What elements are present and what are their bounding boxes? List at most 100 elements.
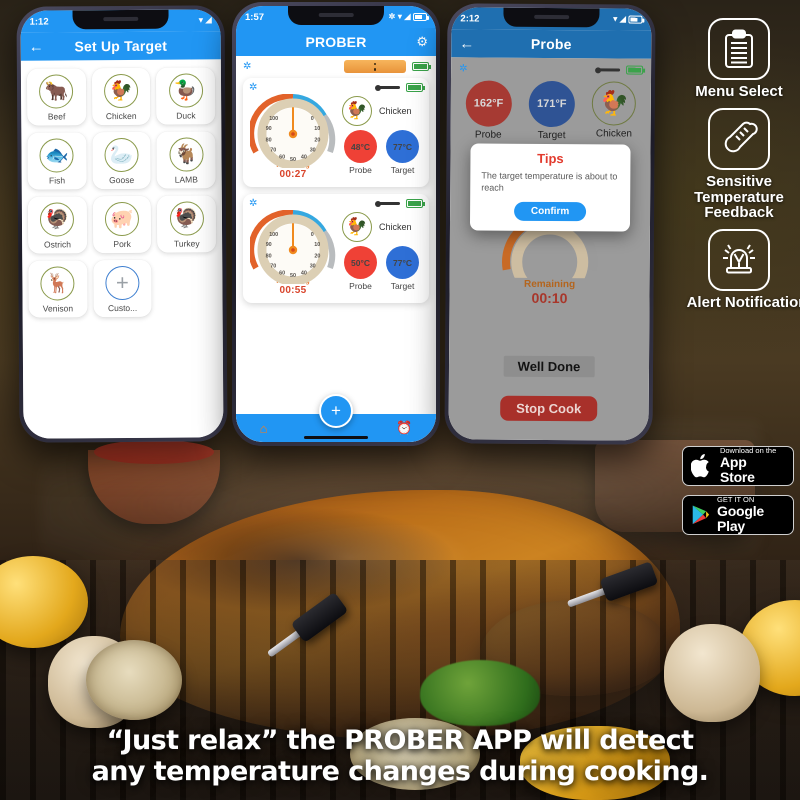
device-strip-row: ✲	[236, 56, 436, 75]
card-readouts: 🐓 Chicken 48°C Probe 77°C Target	[342, 83, 422, 180]
chicken-icon[interactable]: 🐓	[592, 81, 637, 126]
add-probe-button[interactable]: +	[319, 394, 353, 428]
meat-tile-label: Ostrich	[43, 239, 71, 250]
wifi-icon: ▾	[397, 12, 402, 21]
app-bar: PROBER ⚙	[236, 28, 436, 56]
target-temp-group[interactable]: 171°F Target	[528, 80, 575, 141]
pork-icon[interactable]: 🐖	[104, 201, 140, 237]
badge-large-text: App Store	[719, 454, 755, 485]
svg-text:90: 90	[266, 242, 272, 248]
target-temp-label: Target	[390, 281, 415, 291]
temperature-row: 48°C Probe 77°C Target	[342, 130, 422, 175]
chicken-icon[interactable]: 🐓	[342, 96, 372, 126]
meat-type-group[interactable]: 🐓 Chicken	[592, 81, 637, 141]
target-temp-value[interactable]: 77°C	[386, 246, 419, 279]
beef-icon[interactable]: 🐂	[39, 74, 74, 109]
feature-sensitive-temperature: Sensitive Temperature Feedback	[680, 107, 798, 221]
badge-large-text: Google Play	[717, 503, 765, 534]
home-indicator	[304, 436, 368, 439]
back-button[interactable]: ←	[459, 35, 475, 52]
goose-icon[interactable]: 🦢	[104, 137, 139, 173]
card-readouts: 🐓 Chicken 50°C Probe 77°C Target	[342, 199, 422, 296]
probe-device-strip[interactable]	[344, 60, 406, 73]
meat-type-label: Chicken	[379, 106, 412, 116]
meat-tile[interactable]: 🐂 Beef	[26, 68, 86, 126]
target-temp-group[interactable]: 77°C Target	[386, 130, 419, 175]
svg-text:0: 0	[311, 232, 314, 238]
bluetooth-icon: ✲	[243, 61, 252, 72]
fish-icon[interactable]: 🐟	[39, 138, 74, 173]
meat-type-row[interactable]: 🐓 Chicken	[342, 212, 422, 242]
page-title: Set Up Target	[74, 37, 168, 55]
meat-tile[interactable]: + Custo...	[92, 259, 152, 318]
probe-card[interactable]: ✲ 0 10 20 30 40 50 60 70 80 90 100 Remaining 00:27 🐓 Ch…	[243, 78, 429, 187]
venison-icon[interactable]: 🦌	[40, 266, 75, 301]
meat-tile[interactable]: 🐟 Fish	[27, 132, 87, 190]
target-temp-value[interactable]: 171°F	[528, 80, 575, 128]
feature-menu-select: Menu Select	[695, 18, 783, 100]
chicken-icon[interactable]: 🐓	[342, 212, 372, 242]
gear-icon[interactable]: ⚙	[412, 34, 428, 50]
lamb-icon[interactable]: 🐐	[169, 137, 204, 172]
svg-text:90: 90	[266, 126, 272, 132]
remaining-time: 00:55	[279, 285, 307, 296]
meat-tile-label: Fish	[48, 175, 66, 186]
probe-temp-value: 162°F	[465, 80, 512, 127]
onion-right	[664, 624, 760, 722]
duck-icon[interactable]: 🦆	[168, 73, 203, 108]
ostrich-icon[interactable]: 🦃	[40, 202, 75, 237]
turkey-icon[interactable]: 🦃	[169, 201, 204, 236]
wifi-icon: ▾	[613, 14, 618, 24]
status-time: 1:12	[29, 16, 49, 28]
meat-tile[interactable]: 🐓 Chicken	[91, 67, 151, 126]
signal-icon: ◢	[619, 14, 626, 24]
meat-tile-label: Goose	[109, 174, 135, 186]
phone-notch	[72, 9, 169, 30]
target-temp-value[interactable]: 77°C	[386, 130, 419, 163]
status-time: 1:57	[245, 11, 265, 23]
bluetooth-icon: ✲	[388, 12, 396, 21]
meat-tile[interactable]: 🦃 Ostrich	[27, 196, 87, 254]
meat-tile[interactable]: 🐐 LAMB	[156, 131, 216, 189]
app-store-badge[interactable]: Download on the App Store	[682, 446, 794, 486]
remaining-block: Remaining 00:10	[494, 279, 604, 307]
meat-tile-label: Venison	[42, 303, 74, 314]
back-button[interactable]: ←	[29, 38, 45, 55]
stop-cook-button[interactable]: Stop Cook	[500, 395, 598, 422]
svg-text:10: 10	[314, 242, 320, 248]
feature-alert-notification: Alert Notification	[671, 229, 800, 311]
tab-alarm[interactable]: ⏰	[396, 420, 412, 436]
meat-selection-body: 🐂 Beef 🐓 Chicken 🦆 Duck 🐟 Fish 🦢 Goose 🐐 LAMB 🦃 Ostri…	[20, 59, 224, 439]
meat-tile[interactable]: 🦃 Turkey	[157, 195, 217, 253]
battery-icon	[406, 199, 425, 208]
meat-type-label: Chicken	[379, 222, 412, 232]
target-temp-label: Target	[390, 165, 415, 175]
app-bar: ← Probe	[451, 29, 652, 59]
meat-tile-label: Chicken	[105, 110, 137, 122]
svg-text:30: 30	[310, 263, 316, 269]
meat-tile[interactable]: 🐖 Pork	[92, 195, 152, 254]
probe-temp-group: 48°C Probe	[344, 130, 377, 175]
meat-type-row[interactable]: 🐓 Chicken	[342, 96, 422, 126]
probe-card[interactable]: ✲ 0 10 20 30 40 50 60 70 80 90 100 Remaining 00:55 🐓 Ch…	[243, 194, 429, 303]
svg-text:60: 60	[279, 271, 285, 277]
add-custom-icon[interactable]: +	[105, 265, 140, 301]
tab-home[interactable]: ⌂	[260, 421, 268, 436]
target-temp-group[interactable]: 77°C Target	[386, 246, 419, 291]
doneness-badge: Well Done	[503, 355, 595, 378]
remaining-label: Remaining	[523, 278, 576, 291]
confirm-button[interactable]: Confirm	[514, 202, 587, 222]
feature-callouts: Menu Select Sensitive Temperature Feedba…	[678, 18, 800, 311]
chicken-icon[interactable]: 🐓	[103, 73, 139, 109]
page-title: Probe	[530, 35, 572, 53]
meat-tile[interactable]: 🦌 Venison	[28, 260, 88, 318]
meat-tile[interactable]: 🦢 Goose	[92, 131, 152, 190]
svg-text:40: 40	[301, 271, 307, 277]
clipboard-icon	[708, 18, 770, 80]
thermometer-icon	[598, 68, 621, 72]
probe-temp-label: Probe	[349, 165, 372, 175]
meat-tile[interactable]: 🦆 Duck	[156, 67, 216, 125]
google-play-badge[interactable]: GET IT ON Google Play	[682, 495, 794, 535]
svg-text:10: 10	[314, 126, 320, 132]
thermometer-icon	[375, 84, 400, 91]
